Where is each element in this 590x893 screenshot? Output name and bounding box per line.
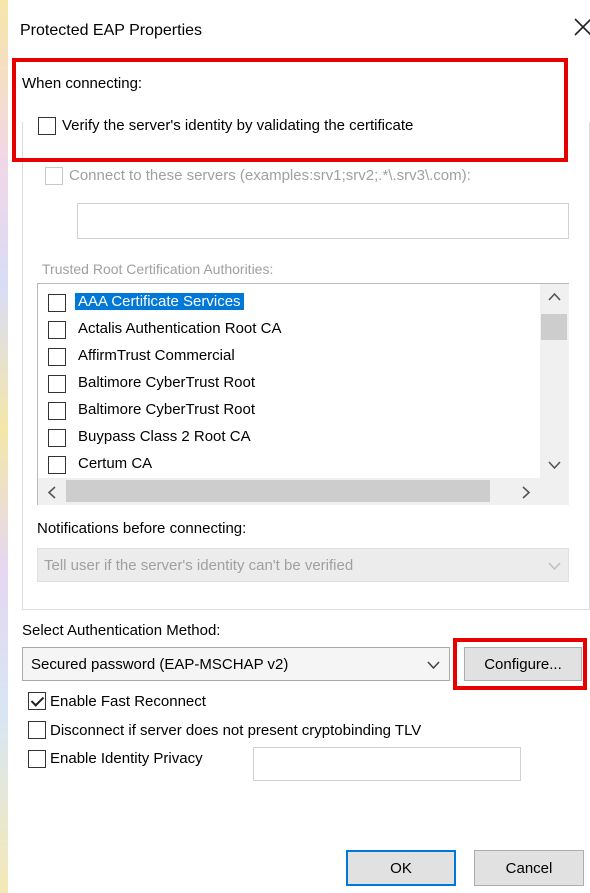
scroll-down-icon[interactable] bbox=[548, 460, 561, 470]
fast-reconnect-checkbox[interactable] bbox=[28, 692, 46, 710]
list-item-label: Buypass Class 2 Root CA bbox=[78, 428, 251, 445]
list-item-checkbox[interactable] bbox=[48, 429, 66, 447]
connect-servers-label: Connect to these servers (examples:srv1;… bbox=[69, 167, 471, 184]
trusted-root-label: Trusted Root Certification Authorities: bbox=[42, 261, 274, 277]
notifications-select[interactable]: Tell user if the server's identity can't… bbox=[37, 548, 569, 582]
chevron-down-icon bbox=[548, 562, 561, 571]
trusted-root-list[interactable]: AAA Certificate Services Actalis Authent… bbox=[37, 283, 569, 505]
scroll-up-icon[interactable] bbox=[548, 292, 561, 302]
vertical-scroll-thumb[interactable] bbox=[541, 314, 567, 340]
chevron-down-icon bbox=[427, 661, 440, 670]
list-item-checkbox[interactable] bbox=[48, 321, 66, 339]
cryptobinding-label: Disconnect if server does not present cr… bbox=[50, 722, 422, 739]
list-item-label: AffirmTrust Commercial bbox=[78, 347, 235, 364]
list-item-label: Baltimore CyberTrust Root bbox=[78, 374, 255, 391]
cryptobinding-checkbox[interactable] bbox=[28, 721, 46, 739]
auth-method-select[interactable]: Secured password (EAP-MSCHAP v2) bbox=[22, 647, 450, 681]
notifications-value: Tell user if the server's identity can't… bbox=[44, 557, 354, 574]
list-item-checkbox[interactable] bbox=[48, 348, 66, 366]
list-item-checkbox[interactable] bbox=[48, 456, 66, 474]
auth-method-label: Select Authentication Method: bbox=[22, 622, 221, 639]
vertical-scrollbar[interactable] bbox=[540, 284, 569, 478]
ok-button[interactable]: OK bbox=[346, 850, 456, 886]
identity-privacy-checkbox[interactable] bbox=[28, 750, 46, 768]
horizontal-scrollbar[interactable] bbox=[38, 478, 569, 505]
list-item-checkbox[interactable] bbox=[48, 402, 66, 420]
fast-reconnect-label: Enable Fast Reconnect bbox=[50, 693, 206, 710]
scroll-left-icon[interactable] bbox=[47, 486, 57, 499]
background-strip bbox=[0, 0, 8, 893]
highlight-box-configure bbox=[453, 638, 587, 690]
connect-servers-checkbox[interactable] bbox=[45, 167, 63, 185]
servers-input[interactable] bbox=[77, 203, 569, 239]
title-bar: Protected EAP Properties bbox=[8, 0, 590, 62]
close-icon[interactable] bbox=[572, 16, 590, 38]
list-item-checkbox[interactable] bbox=[48, 294, 66, 312]
identity-input[interactable] bbox=[253, 747, 521, 781]
highlight-box-verify bbox=[12, 58, 568, 162]
list-item-checkbox[interactable] bbox=[48, 375, 66, 393]
list-item-label: Certum CA bbox=[78, 455, 153, 472]
window-title: Protected EAP Properties bbox=[20, 22, 203, 39]
scroll-right-icon[interactable] bbox=[521, 486, 531, 499]
cancel-button[interactable]: Cancel bbox=[474, 850, 584, 886]
auth-method-value: Secured password (EAP-MSCHAP v2) bbox=[31, 656, 289, 673]
list-item-label: AAA Certificate Services bbox=[75, 293, 244, 310]
identity-privacy-label: Enable Identity Privacy bbox=[50, 750, 203, 767]
notifications-label: Notifications before connecting: bbox=[37, 520, 247, 537]
list-item-label: Baltimore CyberTrust Root bbox=[78, 401, 255, 418]
horizontal-scroll-thumb[interactable] bbox=[66, 480, 490, 502]
list-item-label: Actalis Authentication Root CA bbox=[78, 320, 282, 337]
